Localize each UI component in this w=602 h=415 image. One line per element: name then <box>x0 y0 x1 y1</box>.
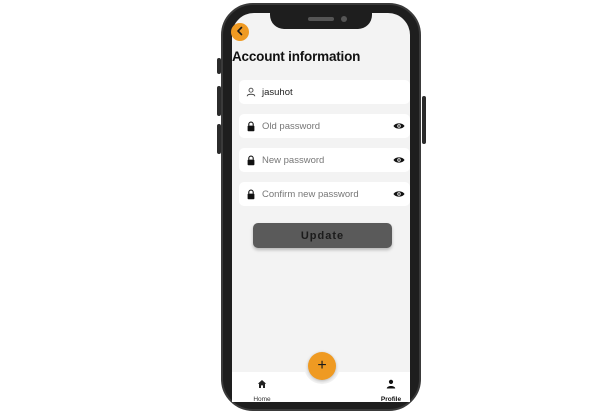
update-button[interactable]: Update <box>253 223 392 248</box>
new-password-field[interactable]: New password <box>239 148 410 172</box>
person-icon <box>386 376 396 394</box>
back-button[interactable] <box>231 23 249 41</box>
stage: Account information jasuhot Old password <box>0 0 602 415</box>
eye-icon[interactable] <box>392 188 406 200</box>
username-field[interactable]: jasuhot <box>239 80 410 104</box>
person-icon <box>245 86 257 98</box>
lock-icon <box>245 120 257 132</box>
nav-profile[interactable]: Profile <box>377 376 405 403</box>
lock-icon <box>245 188 257 200</box>
power-button <box>422 96 426 144</box>
confirm-password-placeholder: Confirm new password <box>262 188 359 200</box>
phone-screen <box>232 13 410 402</box>
old-password-placeholder: Old password <box>262 120 321 132</box>
old-password-field[interactable]: Old password <box>239 114 410 138</box>
nav-home-label: Home <box>253 396 271 403</box>
username-value: jasuhot <box>262 86 293 98</box>
new-password-placeholder: New password <box>262 154 325 166</box>
page-title: Account information <box>232 49 361 64</box>
home-icon <box>257 376 267 394</box>
plus-icon: + <box>317 357 327 374</box>
chevron-left-icon <box>235 23 245 41</box>
nav-home[interactable]: Home <box>250 376 274 403</box>
lock-icon <box>245 154 257 166</box>
confirm-password-field[interactable]: Confirm new password <box>239 182 410 206</box>
eye-icon[interactable] <box>392 120 406 132</box>
eye-icon[interactable] <box>392 154 406 166</box>
add-button[interactable]: + <box>308 352 336 380</box>
front-camera <box>341 16 347 22</box>
speaker-grille <box>308 17 334 21</box>
nav-profile-label: Profile <box>380 396 402 403</box>
